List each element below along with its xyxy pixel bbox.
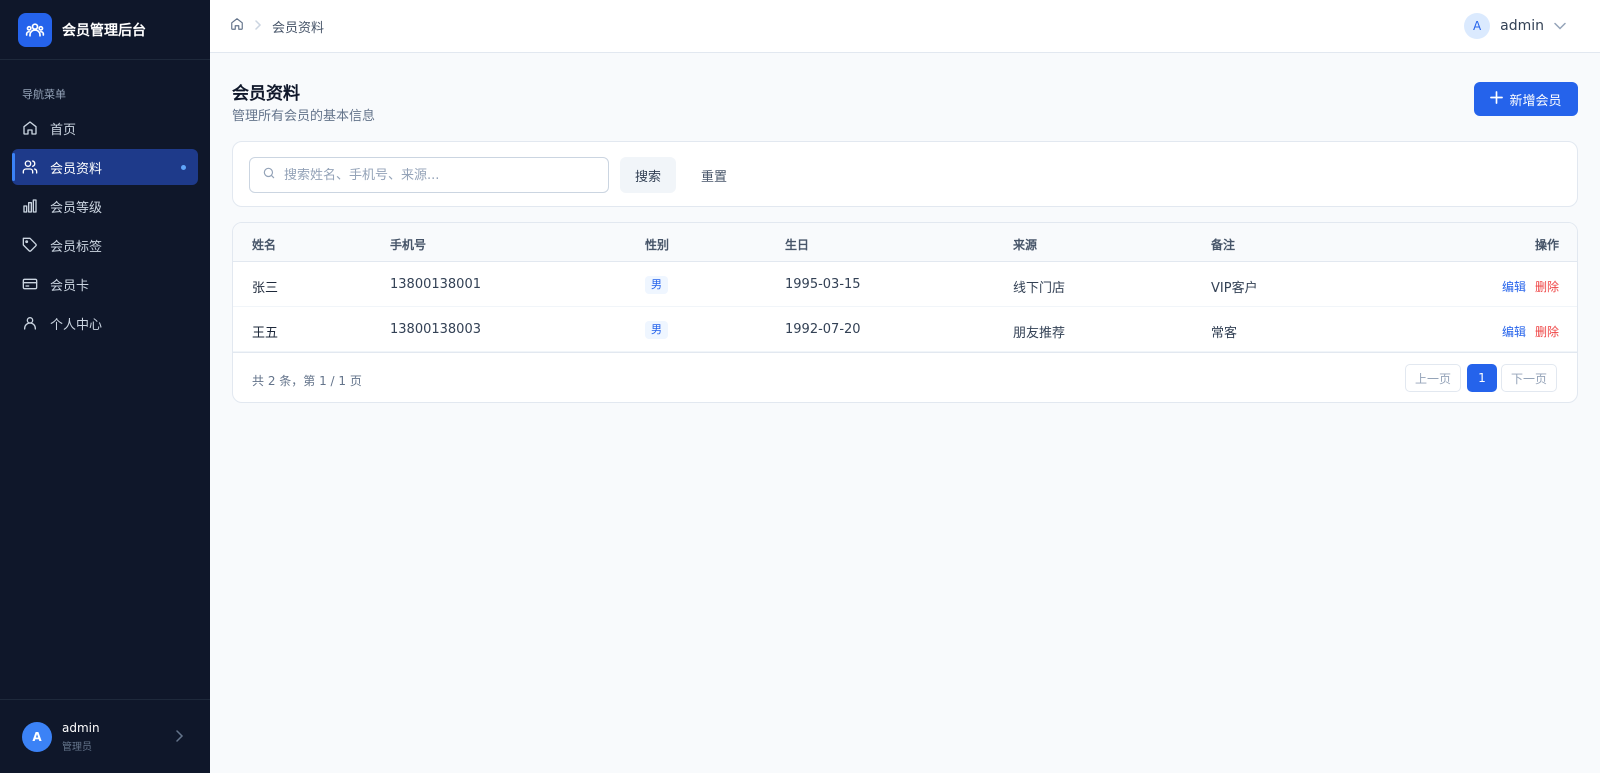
table-row: 王五 13800138003 男 1992-07-20 朋友推荐 常客 编辑 删… — [233, 307, 1577, 352]
gender-badge: 男 — [645, 321, 668, 339]
sidebar-user-name: admin — [62, 720, 100, 735]
sidebar-item-label: 会员资料 — [50, 161, 103, 177]
cell-note: VIP客户 — [1211, 281, 1258, 296]
nav-menu: 首页 会员资料 会员等级 会员标签 会员卡 个人中心 — [0, 110, 210, 341]
avatar: A — [1464, 13, 1491, 39]
table-header: 姓名 手机号 性别 生日 来源 备注 操作 — [233, 223, 1577, 262]
cell-name: 王五 — [252, 326, 279, 341]
column-header-note: 备注 — [1211, 238, 1236, 252]
sidebar-item-tags[interactable]: 会员标签 — [12, 227, 198, 263]
search-button[interactable]: 搜索 — [620, 157, 676, 193]
sidebar-item-profile[interactable]: 个人中心 — [12, 305, 198, 341]
header-user-menu[interactable]: A admin — [1464, 13, 1566, 39]
sidebar-user-role: 管理员 — [62, 741, 92, 753]
cell-phone: 13800138003 — [390, 322, 481, 337]
sidebar-item-label: 会员等级 — [50, 200, 103, 216]
gender-badge: 男 — [645, 276, 668, 294]
delete-link[interactable]: 删除 — [1535, 323, 1559, 340]
reset-button[interactable]: 重置 — [686, 157, 742, 193]
cell-name: 张三 — [252, 281, 279, 296]
user-icon — [22, 315, 38, 331]
pagination-summary: 共 2 条，第 1 / 1 页 — [252, 374, 362, 388]
sidebar-item-cards[interactable]: 会员卡 — [12, 266, 198, 302]
add-member-label: 新增会员 — [1509, 93, 1562, 109]
search-input[interactable] — [284, 167, 584, 183]
edit-link[interactable]: 编辑 — [1502, 323, 1526, 340]
users-group-icon — [18, 12, 52, 47]
breadcrumb: 会员资料 — [230, 17, 324, 36]
chevron-right-icon — [174, 730, 184, 746]
bar-chart-icon — [22, 198, 38, 214]
header-user-name: admin — [1500, 18, 1544, 34]
sidebar-item-home[interactable]: 首页 — [12, 110, 198, 146]
users-icon — [22, 159, 38, 175]
nav-section-label: 导航菜单 — [22, 88, 66, 101]
sidebar-user-card[interactable]: A admin 管理员 — [0, 699, 210, 773]
members-table: 姓名 手机号 性别 生日 来源 备注 操作 张三 13800138001 男 1… — [232, 222, 1578, 403]
column-header-gender: 性别 — [645, 238, 670, 252]
cell-birthday: 1992-07-20 — [785, 322, 861, 337]
sidebar-item-label: 个人中心 — [50, 317, 103, 333]
search-panel: 搜索 重置 — [232, 141, 1578, 207]
column-header-name: 姓名 — [252, 238, 277, 252]
column-header-source: 来源 — [1013, 238, 1038, 252]
page-subtitle: 管理所有会员的基本信息 — [232, 109, 376, 124]
search-icon — [262, 166, 276, 184]
cell-phone: 13800138001 — [390, 277, 481, 292]
page-number-button[interactable]: 1 — [1467, 364, 1497, 392]
home-icon — [22, 120, 38, 136]
cell-note: 常客 — [1211, 326, 1238, 341]
table-row: 张三 13800138001 男 1995-03-15 线下门店 VIP客户 编… — [233, 262, 1577, 307]
prev-page-button[interactable]: 上一页 — [1405, 364, 1461, 392]
sidebar-item-label: 首页 — [50, 122, 77, 138]
chevron-right-icon — [254, 19, 262, 34]
top-header: 会员资料 A admin — [210, 0, 1600, 53]
delete-link[interactable]: 删除 — [1535, 278, 1559, 295]
brand: 会员管理后台 — [0, 0, 210, 60]
sidebar-item-label: 会员卡 — [50, 278, 90, 294]
sidebar-item-label: 会员标签 — [50, 239, 103, 255]
brand-title: 会员管理后台 — [62, 22, 146, 39]
tag-icon — [22, 237, 38, 253]
sidebar: 会员管理后台 导航菜单 首页 会员资料 会员等级 会员标签 会员卡 个人中心 A… — [0, 0, 210, 773]
next-page-button[interactable]: 下一页 — [1501, 364, 1557, 392]
column-header-actions: 操作 — [1535, 238, 1560, 252]
avatar: A — [22, 721, 52, 752]
cell-source: 线下门店 — [1013, 281, 1066, 296]
column-header-birthday: 生日 — [785, 238, 810, 252]
breadcrumb-current: 会员资料 — [272, 20, 325, 36]
add-member-button[interactable]: 新增会员 — [1474, 82, 1578, 116]
page-title: 会员资料 — [232, 84, 300, 104]
plus-icon — [1490, 90, 1504, 108]
search-box[interactable] — [249, 157, 609, 193]
column-header-phone: 手机号 — [390, 238, 427, 252]
active-indicator-dot — [181, 165, 186, 170]
edit-link[interactable]: 编辑 — [1502, 278, 1526, 295]
sidebar-item-levels[interactable]: 会员等级 — [12, 188, 198, 224]
card-icon — [22, 276, 38, 292]
cell-source: 朋友推荐 — [1013, 326, 1066, 341]
chevron-down-icon — [1554, 19, 1566, 34]
home-icon[interactable] — [230, 17, 244, 35]
cell-birthday: 1995-03-15 — [785, 277, 861, 292]
sidebar-item-members[interactable]: 会员资料 — [12, 149, 198, 185]
table-footer: 共 2 条，第 1 / 1 页 上一页 1 下一页 — [233, 352, 1577, 402]
